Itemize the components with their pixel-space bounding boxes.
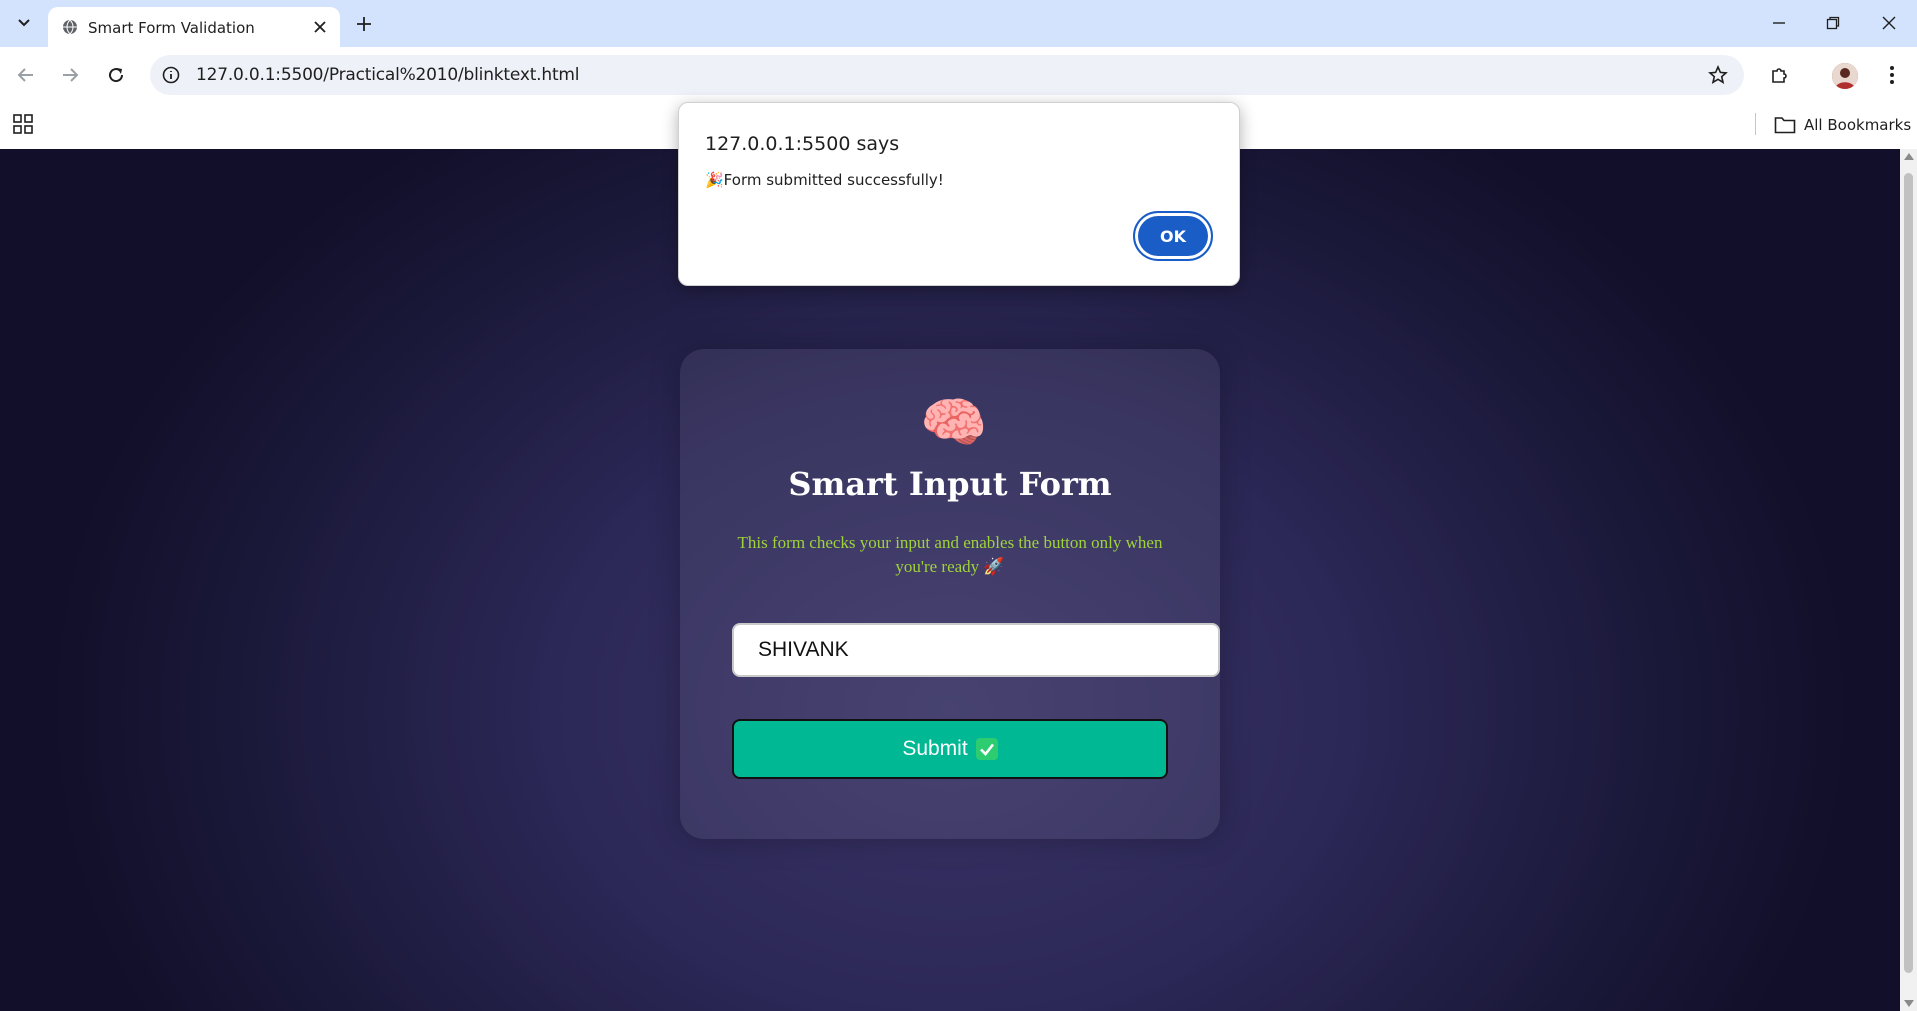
ok-button[interactable]: OK [1133, 211, 1213, 261]
site-info-button[interactable] [158, 62, 184, 88]
star-icon [1708, 65, 1728, 84]
tab-search-button[interactable] [10, 10, 38, 36]
profile-avatar[interactable] [1832, 63, 1858, 89]
brain-icon: 🧠 [920, 393, 988, 453]
submit-label: Submit [902, 737, 968, 760]
check-mark-icon [975, 738, 998, 760]
form-description: This form checks your input and enables … [737, 533, 1163, 576]
active-tab[interactable]: Smart Form Validation [48, 7, 340, 47]
page-scrollbar[interactable] [1900, 149, 1917, 1011]
restore-icon [1826, 16, 1840, 30]
all-bookmarks-label: All Bookmarks [1804, 116, 1912, 134]
submit-button[interactable]: Submit [732, 719, 1168, 779]
apps-grid-icon[interactable] [12, 113, 34, 135]
address-bar[interactable]: 127.0.0.1:5500/Practical%2010/blinktext.… [150, 55, 1744, 95]
avatar-icon [1832, 63, 1858, 89]
close-icon [1882, 16, 1896, 30]
globe-icon [63, 19, 77, 35]
close-icon [314, 21, 326, 33]
alert-title: 127.0.0.1:5500 says [705, 133, 900, 155]
alert-dialog: 127.0.0.1:5500 says 🎉Form submitted succ… [678, 102, 1240, 286]
tab-title: Smart Form Validation [88, 19, 255, 37]
tab-close-button[interactable] [310, 17, 330, 37]
scroll-thumb[interactable] [1904, 173, 1913, 973]
minimize-button[interactable] [1764, 10, 1794, 36]
folder-icon [1774, 117, 1796, 134]
puzzle-icon [1772, 68, 1787, 83]
menu-button[interactable] [1878, 61, 1906, 89]
alert-message: 🎉Form submitted successfully! [705, 171, 944, 189]
chevron-down-icon [18, 19, 30, 27]
more-vert-icon [1890, 66, 1894, 84]
scroll-down-arrow-icon[interactable] [1904, 1000, 1914, 1007]
name-input[interactable] [732, 623, 1220, 677]
bookmarks-separator [1755, 113, 1756, 135]
new-tab-button[interactable] [352, 12, 376, 36]
url-text[interactable]: 127.0.0.1:5500/Practical%2010/blinktext.… [196, 65, 579, 85]
browser-toolbar: 127.0.0.1:5500/Practical%2010/blinktext.… [0, 47, 1917, 103]
all-bookmarks-button[interactable]: All Bookmarks [1774, 113, 1911, 137]
reload-icon [109, 68, 124, 83]
info-icon [162, 66, 180, 84]
extensions-button[interactable] [1766, 61, 1794, 89]
scroll-up-arrow-icon[interactable] [1904, 153, 1914, 160]
arrow-left-icon [17, 68, 33, 82]
minimize-icon [1773, 22, 1785, 24]
forward-button[interactable] [56, 61, 84, 89]
bookmark-star-button[interactable] [1706, 63, 1730, 87]
form-title: Smart Input Form [788, 465, 1112, 503]
reload-button[interactable] [102, 61, 130, 89]
tab-strip: Smart Form Validation [0, 0, 1917, 47]
plus-icon [357, 17, 371, 31]
form-card: 🧠 Smart Input Form This form checks your… [680, 349, 1220, 839]
restore-button[interactable] [1818, 10, 1848, 36]
back-button[interactable] [12, 61, 40, 89]
close-window-button[interactable] [1874, 10, 1904, 36]
arrow-right-icon [63, 68, 79, 82]
